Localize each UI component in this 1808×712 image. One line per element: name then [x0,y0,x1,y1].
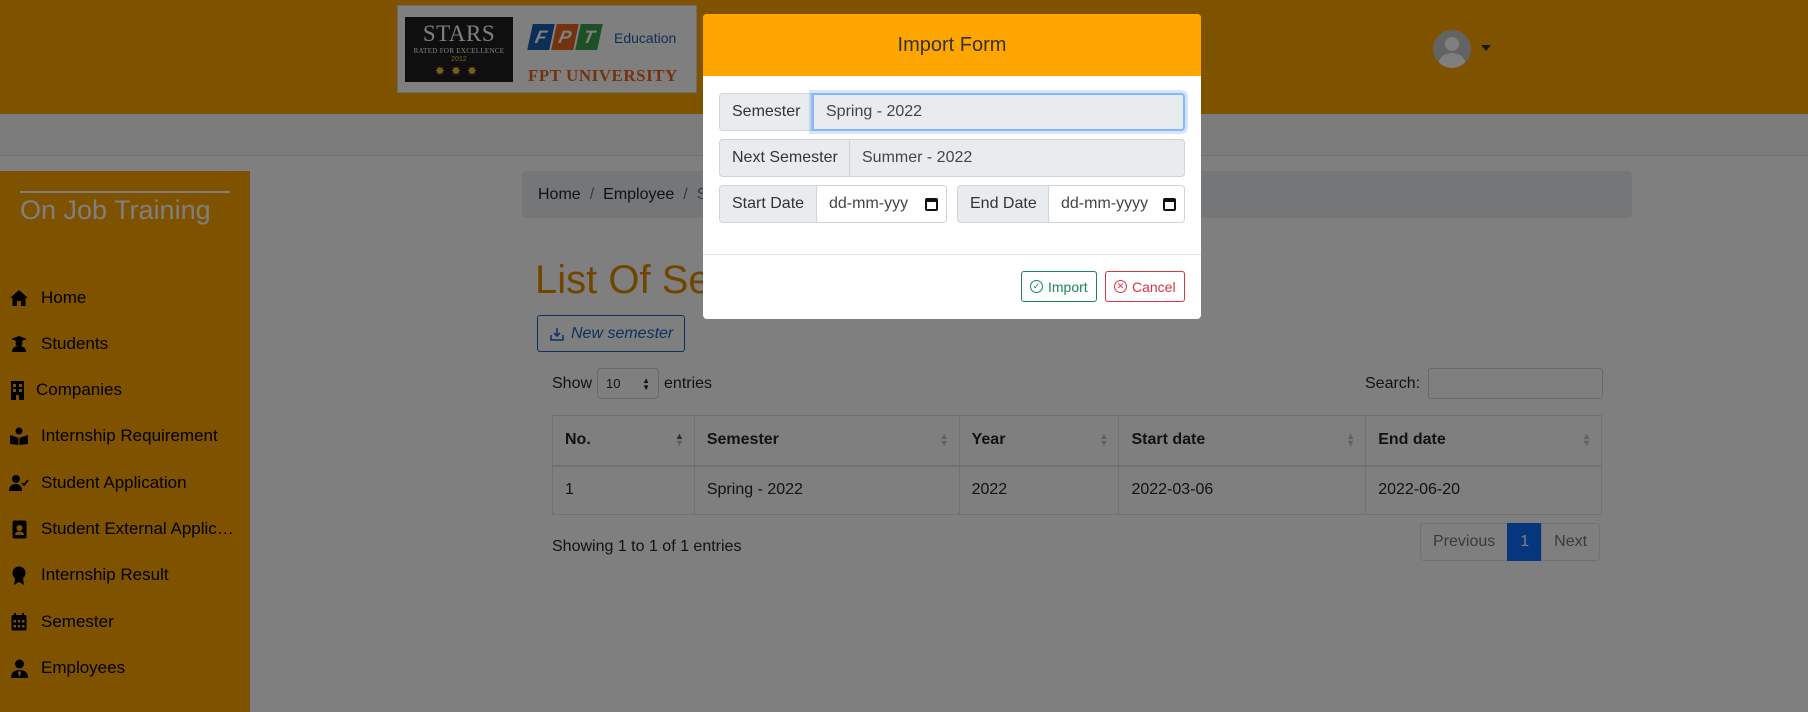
next-semester-input-group: Next Semester Summer - 2022 [719,139,1185,177]
import-button[interactable]: ✓ Import [1021,271,1097,302]
end-date-label: End Date [957,185,1049,223]
calendar-icon[interactable] [925,197,938,211]
end-date-placeholder: dd-mm-yyyy [1061,195,1149,212]
next-semester-label: Next Semester [719,139,850,177]
start-date-label: Start Date [719,185,817,223]
import-form-modal: Import Form Semester Spring - 2022 Next … [703,14,1201,319]
end-date-field[interactable]: dd-mm-yyyy [1049,185,1185,223]
modal-footer-divider [703,254,1201,255]
modal-header: Import Form [703,14,1201,76]
start-date-input-group: Start Date dd-mm-yyy [719,185,947,223]
semester-label: Semester [719,93,812,131]
import-button-label: Import [1048,278,1088,295]
cancel-button[interactable]: ✕ Cancel [1105,271,1185,302]
calendar-icon[interactable] [1163,197,1176,211]
next-semester-field[interactable]: Summer - 2022 [850,139,1185,177]
start-date-field[interactable]: dd-mm-yyy [817,185,947,223]
check-circle-icon: ✓ [1030,280,1043,293]
semester-input-group: Semester Spring - 2022 [719,93,1185,131]
close-circle-icon: ✕ [1114,280,1127,293]
end-date-input-group: End Date dd-mm-yyyy [957,185,1185,223]
semester-field[interactable]: Spring - 2022 [812,93,1185,131]
modal-title: Import Form [897,33,1007,56]
cancel-button-label: Cancel [1132,278,1176,295]
start-date-placeholder: dd-mm-yyy [829,195,909,212]
